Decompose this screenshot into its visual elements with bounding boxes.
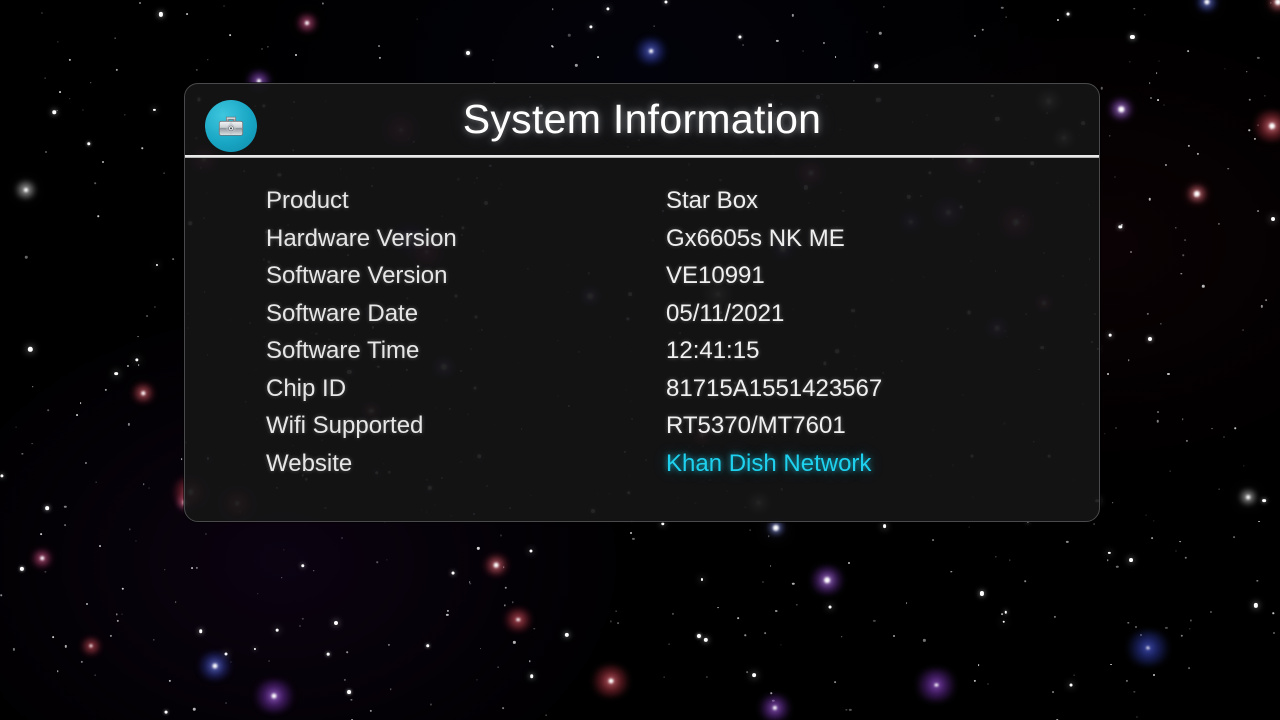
system-information-list: Product Star Box Hardware Version Gx6605s N… — [185, 158, 1099, 521]
info-row-label: Chip ID — [266, 374, 347, 402]
info-row: Hardware Version Gx6605s NK ME — [185, 220, 1099, 258]
dialog-header: System Information — [185, 84, 1099, 158]
tv-settings-screen: System Information Product Star Box Hardwa… — [0, 0, 1280, 720]
info-row[interactable]: Website Khan Dish Network — [185, 445, 1099, 483]
info-row-value: RT5370/MT7601 — [666, 412, 846, 439]
info-row-label: Software Time — [266, 337, 420, 364]
info-row-value: 05/11/2021 — [666, 299, 785, 327]
info-row-label: Wifi Supported — [266, 412, 424, 439]
info-row-value: 12:41:15 — [666, 337, 760, 364]
info-row-value: Gx6605s NK ME — [666, 224, 845, 252]
system-information-dialog: System Information Product Star Box Hardwa… — [184, 83, 1100, 522]
info-row-label: Product — [266, 187, 349, 214]
info-row-value: 81715A1551423567 — [666, 374, 883, 402]
info-row-label: Software Date — [266, 299, 419, 327]
info-row-label: Software Version — [266, 262, 448, 289]
info-row-value: VE10991 — [666, 262, 765, 289]
info-row: Wifi Supported RT5370/MT7601 — [185, 407, 1099, 445]
info-row: Product Star Box — [185, 182, 1099, 220]
info-row-label: Hardware Version — [266, 224, 457, 252]
info-row: Software Version VE10991 — [185, 257, 1099, 295]
info-row-label: Website — [266, 449, 353, 477]
info-row-value: Star Box — [666, 187, 759, 214]
info-row: Chip ID 81715A1551423567 — [185, 370, 1099, 408]
page-title: System Information — [462, 96, 822, 142]
info-row: Software Time 12:41:15 — [185, 332, 1099, 370]
website-link[interactable]: Khan Dish Network — [666, 445, 871, 483]
info-row: Software Date 05/11/2021 — [185, 295, 1099, 333]
